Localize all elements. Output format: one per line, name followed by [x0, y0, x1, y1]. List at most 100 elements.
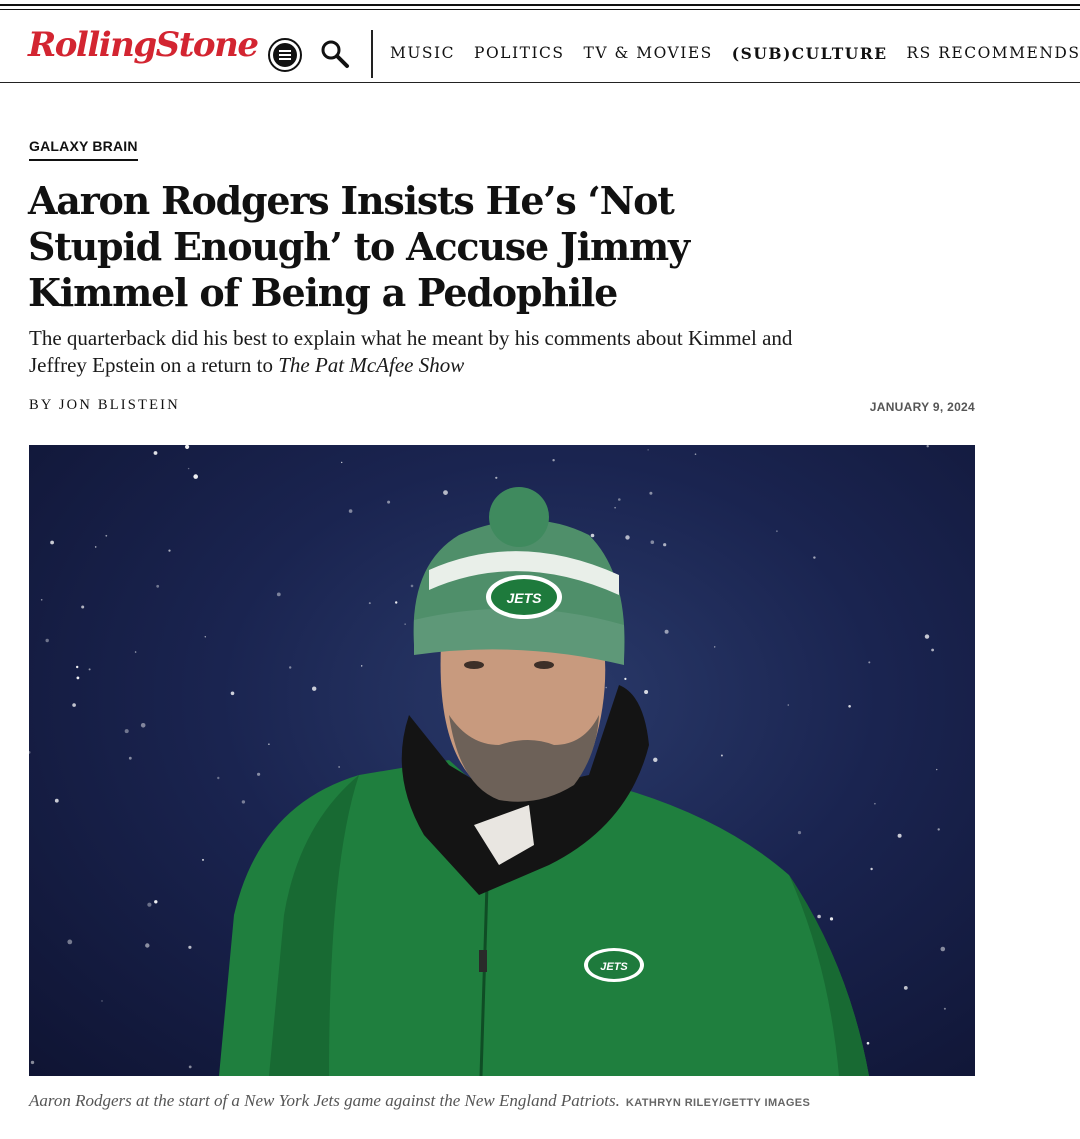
snowflake	[776, 530, 778, 533]
snowflake	[624, 677, 627, 680]
snowflake	[936, 768, 938, 771]
snowflake	[404, 623, 406, 625]
snowflake	[653, 757, 658, 762]
nav-subculture[interactable]: (SUB)CULTURE	[732, 44, 888, 63]
snowflake	[361, 665, 363, 667]
photo-credit: KATHRYN RILEY/GETTY IMAGES	[625, 1097, 811, 1109]
snowflake	[829, 917, 834, 921]
snowflake	[105, 534, 108, 537]
snowflake	[128, 756, 132, 760]
snowflake	[145, 943, 150, 948]
snowflake	[241, 800, 246, 804]
snowflake	[94, 546, 97, 548]
snowflake	[897, 833, 902, 838]
snowflake	[76, 676, 80, 680]
jacket-logo: JETS	[600, 961, 628, 973]
snowflake	[204, 636, 206, 638]
snowflake	[187, 467, 190, 470]
snowflake	[289, 666, 292, 669]
top-rule	[0, 4, 1080, 6]
snowflake	[188, 1065, 192, 1069]
article-hero-photo: JETS JETS	[29, 445, 975, 1076]
snowflake	[552, 459, 555, 462]
snowflake	[168, 549, 171, 552]
snowflake	[931, 648, 934, 652]
snowflake	[940, 946, 946, 952]
snowflake	[50, 540, 54, 545]
snowflake	[276, 592, 281, 597]
snowflake	[924, 634, 930, 639]
snowflake	[664, 629, 669, 634]
dek-show-title: The Pat McAfee Show	[278, 353, 465, 377]
snowflake	[644, 690, 649, 694]
article-dek: The quarterback did his best to explain …	[29, 325, 809, 379]
snowflake	[312, 686, 317, 691]
article-headline: Aaron Rodgers Insists He’s ‘Not Stupid E…	[28, 178, 690, 315]
nav-tv-movies[interactable]: TV & MOVIES	[584, 44, 713, 63]
caption-text: Aaron Rodgers at the start of a New York…	[29, 1091, 620, 1110]
beanie-logo: JETS	[506, 590, 542, 606]
snowflake	[614, 506, 616, 509]
snowflake	[54, 798, 59, 803]
snowflake	[647, 449, 649, 451]
main-nav: MUSIC POLITICS TV & MOVIES (SUB)CULTURE …	[390, 44, 1080, 63]
snowflake	[101, 1000, 103, 1002]
snowflake	[45, 638, 49, 643]
article-kicker[interactable]: GALAXY BRAIN	[29, 138, 138, 161]
snowflake	[817, 914, 821, 919]
snowflake	[848, 705, 851, 708]
snowflake	[649, 491, 653, 495]
snowflake	[348, 509, 353, 513]
snowflake	[40, 599, 43, 601]
snowflake	[625, 535, 630, 540]
snowflake	[257, 772, 261, 776]
snowflake	[870, 867, 873, 871]
snowflake	[338, 766, 340, 768]
snowflake	[714, 646, 716, 648]
snowflake	[268, 743, 270, 745]
snowflake	[590, 533, 595, 538]
snowflake	[443, 490, 448, 495]
snowflake	[874, 802, 876, 805]
snowflake	[81, 605, 85, 609]
site-header: RollingStone MUSIC POLITICS TV & MOVIES …	[0, 10, 1080, 83]
snowflake	[797, 831, 802, 835]
snowflake	[720, 754, 723, 757]
snowflake	[605, 686, 607, 689]
snowflake	[76, 665, 79, 669]
hamburger-menu-icon[interactable]	[268, 38, 302, 72]
snowflake	[937, 828, 940, 831]
snowflake	[185, 445, 190, 449]
snowflake	[29, 751, 31, 754]
snowflake	[663, 543, 667, 547]
header-divider	[371, 30, 373, 78]
search-icon[interactable]	[319, 38, 351, 70]
snowflake	[787, 704, 790, 706]
snowflake	[387, 500, 391, 504]
snowflake	[134, 651, 137, 653]
snowflake	[813, 556, 816, 559]
snowflake	[30, 1060, 35, 1065]
rolling-stone-logo[interactable]: RollingStone	[28, 28, 259, 62]
nav-rs-recommends[interactable]: RS RECOMMENDS	[907, 44, 1080, 63]
nav-politics[interactable]: POLITICS	[474, 44, 565, 63]
snowflake	[368, 602, 371, 605]
photo-caption: Aaron Rodgers at the start of a New York…	[29, 1091, 810, 1111]
snowflake	[124, 729, 129, 734]
snowflake	[943, 1007, 946, 1010]
snowflake	[618, 498, 621, 501]
snowflake	[193, 474, 198, 479]
snowflake	[926, 445, 929, 448]
nav-music[interactable]: MUSIC	[390, 44, 455, 63]
snowflake	[495, 476, 498, 479]
snowflake	[868, 661, 871, 664]
snowflake	[153, 451, 158, 455]
article-date: JANUARY 9, 2024	[869, 400, 975, 414]
snowflake	[410, 584, 414, 588]
snowflake	[67, 939, 73, 945]
snowflake	[88, 668, 91, 671]
article-byline[interactable]: BY JON BLISTEIN	[29, 397, 180, 414]
snowflake	[217, 776, 220, 780]
snowflake	[156, 584, 160, 588]
snowflake	[650, 540, 655, 544]
